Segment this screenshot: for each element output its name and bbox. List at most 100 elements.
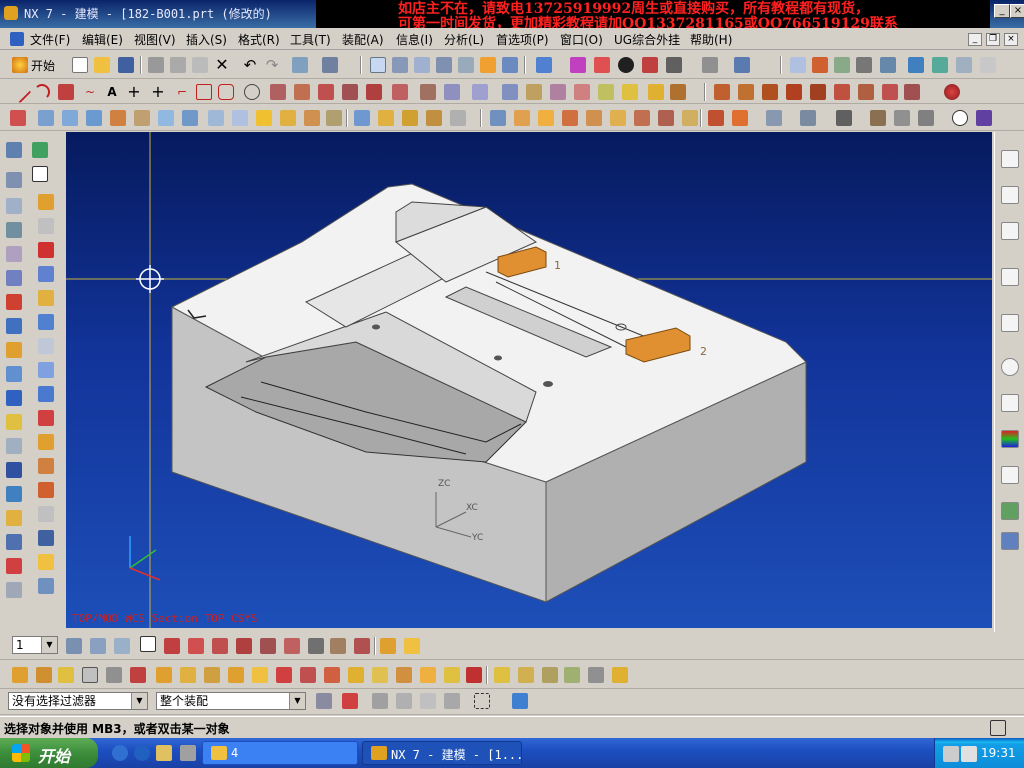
- shaded-view-icon[interactable]: [536, 57, 552, 73]
- envelope-icon[interactable]: [420, 667, 436, 683]
- constraint-icon[interactable]: [156, 667, 172, 683]
- part-navigator-icon[interactable]: [6, 142, 22, 158]
- join-curve-icon[interactable]: [366, 84, 382, 100]
- start-menu-label[interactable]: 开始: [31, 57, 55, 74]
- new-icon[interactable]: [72, 57, 88, 73]
- corner-icon[interactable]: [810, 84, 826, 100]
- select-body-icon[interactable]: [236, 638, 252, 654]
- subtract-icon[interactable]: [378, 110, 394, 126]
- ruler-icon[interactable]: [380, 638, 396, 654]
- snap-point-icon[interactable]: [342, 693, 358, 709]
- reuse-library-tab-icon[interactable]: [1001, 268, 1019, 286]
- edge-blend-icon[interactable]: [6, 246, 22, 262]
- replace-face-icon[interactable]: [586, 110, 602, 126]
- paste-icon[interactable]: [192, 57, 208, 73]
- delete-icon[interactable]: ✕: [214, 57, 230, 73]
- part-navigator-tab-icon[interactable]: [1001, 222, 1019, 240]
- section-curve-icon[interactable]: [444, 84, 460, 100]
- start-menu-icon[interactable]: [12, 57, 28, 73]
- folder-palette-icon[interactable]: [38, 554, 54, 570]
- pull-face-icon[interactable]: [538, 110, 554, 126]
- mirror-face-icon[interactable]: [682, 110, 698, 126]
- chamfer-palette-icon[interactable]: [38, 242, 54, 258]
- save-icon[interactable]: [118, 57, 134, 73]
- select-face-icon[interactable]: [260, 638, 276, 654]
- check-curve-icon[interactable]: [738, 84, 754, 100]
- bridge-curve-icon[interactable]: [342, 84, 358, 100]
- thread-icon[interactable]: [256, 110, 272, 126]
- minimize-button[interactable]: _: [994, 4, 1010, 18]
- line-icon[interactable]: [8, 80, 32, 104]
- explode-icon[interactable]: [228, 667, 244, 683]
- assembly-navigator-icon[interactable]: [32, 142, 48, 158]
- display-icon[interactable]: [932, 57, 948, 73]
- magnify-icon[interactable]: [436, 57, 452, 73]
- layout-icon[interactable]: [800, 110, 816, 126]
- draft-icon[interactable]: [304, 110, 320, 126]
- select-point-icon[interactable]: [284, 638, 300, 654]
- slot-icon[interactable]: [208, 110, 224, 126]
- assembly-more-icon[interactable]: [612, 667, 628, 683]
- orient-view-icon[interactable]: [570, 57, 586, 73]
- hexagon-icon[interactable]: [836, 110, 852, 126]
- spline-icon[interactable]: [58, 84, 74, 100]
- link-body-icon[interactable]: [466, 667, 482, 683]
- assembly-icon[interactable]: [790, 57, 806, 73]
- sync-icon[interactable]: [490, 110, 506, 126]
- zoom-window-icon[interactable]: [392, 57, 408, 73]
- divide-curve-icon[interactable]: [550, 84, 566, 100]
- book-icon[interactable]: [38, 530, 54, 546]
- pocket-icon[interactable]: [158, 110, 174, 126]
- pin-icon[interactable]: [10, 110, 26, 126]
- cycle-select-icon[interactable]: [372, 693, 388, 709]
- pipe-icon[interactable]: [38, 506, 54, 522]
- layer-settings-icon[interactable]: [66, 638, 82, 654]
- start-button[interactable]: 开始: [0, 738, 98, 768]
- cone-icon[interactable]: [6, 222, 22, 238]
- point-icon[interactable]: +: [126, 84, 142, 100]
- background-icon[interactable]: [618, 57, 634, 73]
- analysis-curve-icon[interactable]: [714, 84, 730, 100]
- extend-icon[interactable]: [786, 84, 802, 100]
- arc-icon[interactable]: [34, 84, 50, 100]
- resize-blend-icon[interactable]: [634, 110, 650, 126]
- pad-palette-icon[interactable]: [6, 342, 22, 358]
- hide-icon[interactable]: [666, 57, 682, 73]
- fix-icon[interactable]: [38, 410, 54, 426]
- menu-preferences[interactable]: 首选项(P): [496, 31, 549, 48]
- mdi-close-button[interactable]: ×: [1004, 33, 1018, 46]
- rectangle-select-icon[interactable]: [474, 693, 490, 709]
- chevron-down-icon[interactable]: ▼: [131, 693, 147, 709]
- mirror-assembly-icon[interactable]: [106, 667, 122, 683]
- rotate-palette-icon[interactable]: [6, 270, 22, 286]
- link-icon[interactable]: [6, 438, 22, 454]
- sequence-icon[interactable]: [252, 667, 268, 683]
- box-icon[interactable]: [6, 390, 22, 406]
- visualization-tab-icon[interactable]: [1001, 430, 1019, 448]
- arrangement-icon[interactable]: [348, 667, 364, 683]
- trim-icon[interactable]: [762, 84, 778, 100]
- analysis-icon[interactable]: [834, 57, 850, 73]
- motion-icon[interactable]: [564, 667, 580, 683]
- boss-icon[interactable]: [134, 110, 150, 126]
- point-set-icon[interactable]: +: [150, 84, 166, 100]
- extrude-icon[interactable]: [38, 110, 54, 126]
- mdi-restore-button[interactable]: ❐: [986, 33, 1000, 46]
- menu-info[interactable]: 信息(I): [396, 31, 433, 48]
- bolt-icon[interactable]: [444, 667, 460, 683]
- roles-icon[interactable]: [32, 166, 48, 182]
- zoom-icon[interactable]: [414, 57, 430, 73]
- menu-tools[interactable]: 工具(T): [290, 31, 331, 48]
- menu-file[interactable]: 文件(F): [30, 31, 70, 48]
- chamfer-icon[interactable]: [858, 84, 874, 100]
- rotate-icon[interactable]: [458, 57, 474, 73]
- pad-icon[interactable]: [182, 110, 198, 126]
- wrap-curve-icon[interactable]: [472, 84, 488, 100]
- taskbar-item-folder[interactable]: 4: [202, 741, 358, 765]
- quicklaunch-icon[interactable]: [180, 745, 196, 761]
- pencil-icon[interactable]: [404, 638, 420, 654]
- move-component-icon[interactable]: [130, 667, 146, 683]
- menu-view[interactable]: 视图(V): [134, 31, 176, 48]
- menu-ug-plugin[interactable]: UG综合外挂: [614, 31, 680, 48]
- intersect-icon[interactable]: [402, 110, 418, 126]
